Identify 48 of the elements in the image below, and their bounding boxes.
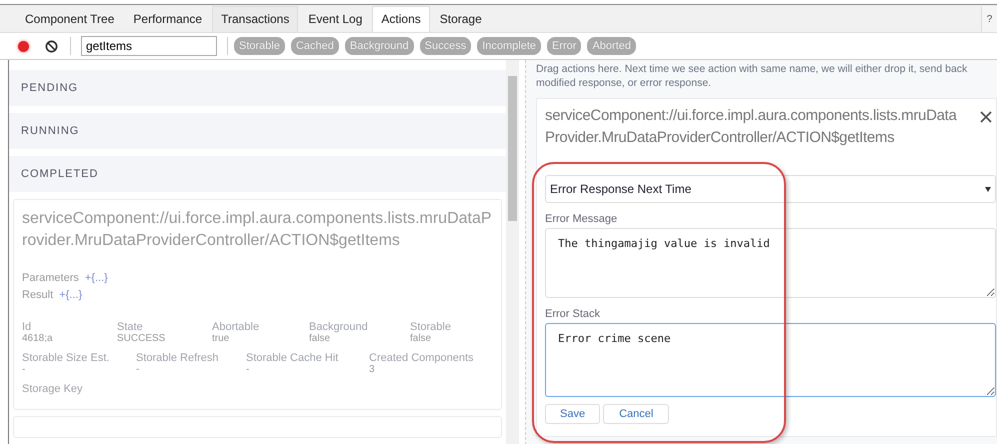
field-value: - [246, 364, 250, 375]
field-value: 3 [369, 364, 376, 375]
field-label: Created Components [369, 352, 475, 364]
field-value: 4618;a [22, 333, 54, 344]
field-label: Storable Refresh [136, 352, 220, 364]
field-label: Result [22, 289, 54, 301]
form-button[interactable]: Cancel [603, 404, 670, 424]
section-header[interactable]: COMPLETED [9, 156, 506, 192]
field-label: Storable [410, 321, 452, 333]
help-button[interactable]: ? [981, 6, 997, 32]
field-label: Error Message [545, 213, 618, 225]
scroll-thumb[interactable] [508, 76, 517, 221]
field-value: false [410, 333, 432, 344]
field-label: Id [22, 321, 32, 333]
caret-icon [985, 186, 991, 192]
mode-dropdown[interactable]: Error Response Next Time [545, 175, 996, 203]
panel-tab[interactable]: Performance [124, 6, 212, 32]
record-button[interactable] [18, 40, 29, 52]
panel-tab[interactable]: Storage [430, 6, 491, 32]
close-icon[interactable] [980, 111, 992, 123]
scrollbar[interactable] [506, 60, 519, 444]
field-label: Storable Cache Hit [246, 352, 340, 364]
action-name: serviceComponent://ui.force.impl.aura.components.lists.mruDataProvider.MruDataProviderController/ACTION$getItems [22, 209, 493, 251]
field-value: true [212, 333, 230, 344]
panel-tab[interactable]: Component Tree [16, 6, 124, 32]
action-name: serviceComponent://ui.force.impl.aura.components.lists.mruDataProvider.MruDataProviderController/ACTION$getItems [545, 106, 958, 148]
form-button[interactable]: Save [545, 404, 600, 424]
field-label: Parameters [22, 272, 79, 284]
field-label: State [117, 321, 144, 333]
field-value: - [22, 364, 26, 375]
field-value: false [309, 333, 332, 344]
panel-tab[interactable]: Event Log [299, 6, 372, 32]
field-label: Storage Key [22, 383, 84, 395]
filter-field[interactable]: getItems [81, 36, 217, 56]
field-value: SUCCESS [117, 333, 166, 344]
field-label: Storable Size Est. [22, 352, 110, 364]
error-stack-field[interactable]: Error crime scene [545, 323, 996, 397]
section-header[interactable]: PENDING [9, 70, 506, 106]
field-label: Background [309, 321, 369, 333]
panel-tab[interactable]: Transactions [212, 6, 298, 32]
section-header[interactable]: RUNNING [9, 113, 506, 149]
panel-tab[interactable]: Actions [372, 6, 430, 32]
clear-icon[interactable] [45, 40, 58, 52]
field-value: - [136, 364, 140, 375]
error-message-field[interactable]: The thingamajig value is invalid [545, 228, 996, 298]
field-label: Abortable [212, 321, 260, 333]
drop-hint: Drag actions here. Next time we see action with same name, we will either drop it, send back modified response, or error response. [536, 62, 968, 90]
field-label: Error Stack [545, 308, 602, 320]
